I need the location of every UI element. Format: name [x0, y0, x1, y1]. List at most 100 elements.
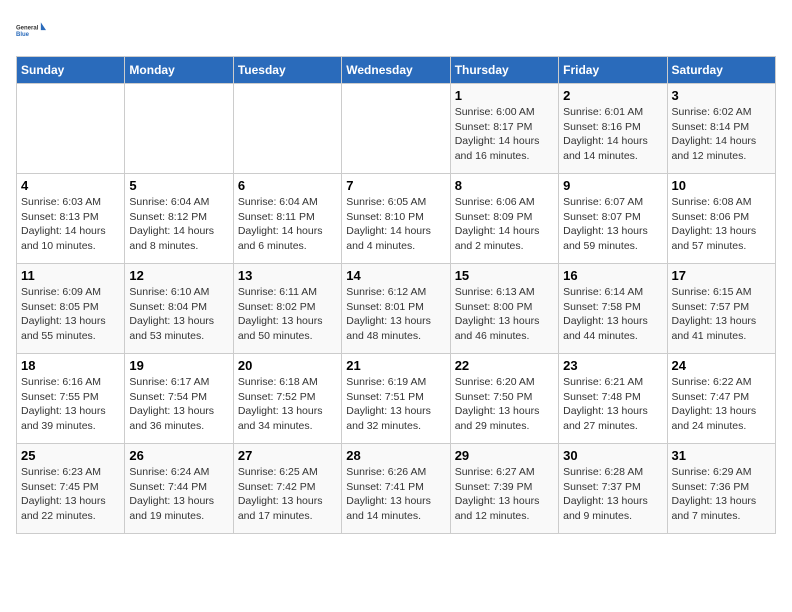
day-info: Sunrise: 6:29 AMSunset: 7:36 PMDaylight:… [672, 465, 771, 524]
logo-icon: GeneralBlue [16, 16, 46, 46]
day-number: 19 [129, 358, 228, 373]
calendar-cell: 4 Sunrise: 6:03 AMSunset: 8:13 PMDaylight… [17, 174, 125, 264]
page-header: GeneralBlue [16, 16, 776, 46]
day-info: Sunrise: 6:21 AMSunset: 7:48 PMDaylight:… [563, 375, 662, 434]
calendar-cell: 27 Sunrise: 6:25 AMSunset: 7:42 PMDayligh… [233, 444, 341, 534]
weekday-header: Friday [559, 57, 667, 84]
calendar-cell: 20Sunrise: 6:18 AMSunset: 7:52 PMDayligh… [233, 354, 341, 444]
calendar-cell: 22Sunrise: 6:20 AMSunset: 7:50 PMDayligh… [450, 354, 558, 444]
day-number: 23 [563, 358, 662, 373]
weekday-header: Monday [125, 57, 233, 84]
calendar-cell: 5Sunrise: 6:04 AMSunset: 8:12 PMDaylight… [125, 174, 233, 264]
calendar-cell: 6 Sunrise: 6:04 AMSunset: 8:11 PMDaylight… [233, 174, 341, 264]
calendar-week: 4 Sunrise: 6:03 AMSunset: 8:13 PMDaylight… [17, 174, 776, 264]
calendar-cell: 1Sunrise: 6:00 AMSunset: 8:17 PMDaylight… [450, 84, 558, 174]
day-number: 6 [238, 178, 337, 193]
day-info: Sunrise: 6:23 AMSunset: 7:45 PMDaylight:… [21, 465, 120, 524]
day-info: Sunrise: 6:08 AMSunset: 8:06 PMDaylight:… [672, 195, 771, 254]
day-number: 24 [672, 358, 771, 373]
day-number: 11 [21, 268, 120, 283]
day-number: 16 [563, 268, 662, 283]
calendar-cell: 21 Sunrise: 6:19 AMSunset: 7:51 PMDayligh… [342, 354, 450, 444]
day-info: Sunrise: 6:25 AMSunset: 7:42 PMDaylight:… [238, 465, 337, 524]
calendar-week: 1Sunrise: 6:00 AMSunset: 8:17 PMDaylight… [17, 84, 776, 174]
day-info: Sunrise: 6:04 AMSunset: 8:12 PMDaylight:… [129, 195, 228, 254]
calendar-cell: 25 Sunrise: 6:23 AMSunset: 7:45 PMDayligh… [17, 444, 125, 534]
calendar-cell: 10 Sunrise: 6:08 AMSunset: 8:06 PMDayligh… [667, 174, 775, 264]
weekday-header: Thursday [450, 57, 558, 84]
logo: GeneralBlue [16, 16, 46, 46]
calendar-cell: 7 Sunrise: 6:05 AMSunset: 8:10 PMDaylight… [342, 174, 450, 264]
svg-text:Blue: Blue [16, 32, 30, 38]
calendar-cell: 18 Sunrise: 6:16 AMSunset: 7:55 PMDayligh… [17, 354, 125, 444]
calendar-cell: 8 Sunrise: 6:06 AMSunset: 8:09 PMDaylight… [450, 174, 558, 264]
day-number: 3 [672, 88, 771, 103]
day-info: Sunrise: 6:11 AMSunset: 8:02 PMDaylight:… [238, 285, 337, 344]
calendar-cell: 23 Sunrise: 6:21 AMSunset: 7:48 PMDayligh… [559, 354, 667, 444]
day-info: Sunrise: 6:26 AMSunset: 7:41 PMDaylight:… [346, 465, 445, 524]
calendar-cell: 16 Sunrise: 6:14 AMSunset: 7:58 PMDayligh… [559, 264, 667, 354]
day-number: 9 [563, 178, 662, 193]
day-info: Sunrise: 6:13 AMSunset: 8:00 PMDaylight:… [455, 285, 554, 344]
day-number: 21 [346, 358, 445, 373]
day-info: Sunrise: 6:12 AMSunset: 8:01 PMDaylight:… [346, 285, 445, 344]
day-number: 31 [672, 448, 771, 463]
day-number: 7 [346, 178, 445, 193]
day-number: 12 [129, 268, 228, 283]
calendar-cell: 3 Sunrise: 6:02 AMSunset: 8:14 PMDaylight… [667, 84, 775, 174]
day-info: Sunrise: 6:19 AMSunset: 7:51 PMDaylight:… [346, 375, 445, 434]
day-info: Sunrise: 6:22 AMSunset: 7:47 PMDaylight:… [672, 375, 771, 434]
day-number: 28 [346, 448, 445, 463]
calendar-cell: 19 Sunrise: 6:17 AMSunset: 7:54 PMDayligh… [125, 354, 233, 444]
weekday-header: Wednesday [342, 57, 450, 84]
day-info: Sunrise: 6:03 AMSunset: 8:13 PMDaylight:… [21, 195, 120, 254]
calendar-cell: 12Sunrise: 6:10 AMSunset: 8:04 PMDayligh… [125, 264, 233, 354]
day-number: 10 [672, 178, 771, 193]
calendar-cell: 17Sunrise: 6:15 AMSunset: 7:57 PMDayligh… [667, 264, 775, 354]
calendar-week: 18 Sunrise: 6:16 AMSunset: 7:55 PMDayligh… [17, 354, 776, 444]
day-number: 30 [563, 448, 662, 463]
weekday-header: Saturday [667, 57, 775, 84]
day-number: 4 [21, 178, 120, 193]
calendar-cell: 2Sunrise: 6:01 AMSunset: 8:16 PMDaylight… [559, 84, 667, 174]
day-info: Sunrise: 6:18 AMSunset: 7:52 PMDaylight:… [238, 375, 337, 434]
day-info: Sunrise: 6:07 AMSunset: 8:07 PMDaylight:… [563, 195, 662, 254]
calendar-cell: 30 Sunrise: 6:28 AMSunset: 7:37 PMDayligh… [559, 444, 667, 534]
day-number: 14 [346, 268, 445, 283]
day-number: 27 [238, 448, 337, 463]
calendar-cell: 29 Sunrise: 6:27 AMSunset: 7:39 PMDayligh… [450, 444, 558, 534]
day-info: Sunrise: 6:05 AMSunset: 8:10 PMDaylight:… [346, 195, 445, 254]
header-row: SundayMondayTuesdayWednesdayThursdayFrid… [17, 57, 776, 84]
calendar-cell [233, 84, 341, 174]
day-info: Sunrise: 6:04 AMSunset: 8:11 PMDaylight:… [238, 195, 337, 254]
day-info: Sunrise: 6:17 AMSunset: 7:54 PMDaylight:… [129, 375, 228, 434]
day-info: Sunrise: 6:28 AMSunset: 7:37 PMDaylight:… [563, 465, 662, 524]
day-number: 29 [455, 448, 554, 463]
weekday-header: Sunday [17, 57, 125, 84]
day-info: Sunrise: 6:27 AMSunset: 7:39 PMDaylight:… [455, 465, 554, 524]
calendar-week: 25 Sunrise: 6:23 AMSunset: 7:45 PMDayligh… [17, 444, 776, 534]
calendar-cell: 28 Sunrise: 6:26 AMSunset: 7:41 PMDayligh… [342, 444, 450, 534]
calendar-cell [17, 84, 125, 174]
day-info: Sunrise: 6:14 AMSunset: 7:58 PMDaylight:… [563, 285, 662, 344]
day-info: Sunrise: 6:16 AMSunset: 7:55 PMDaylight:… [21, 375, 120, 434]
day-number: 13 [238, 268, 337, 283]
day-number: 22 [455, 358, 554, 373]
day-info: Sunrise: 6:02 AMSunset: 8:14 PMDaylight:… [672, 105, 771, 164]
day-number: 2 [563, 88, 662, 103]
calendar-table: SundayMondayTuesdayWednesdayThursdayFrid… [16, 56, 776, 534]
day-number: 8 [455, 178, 554, 193]
day-number: 25 [21, 448, 120, 463]
calendar-week: 11 Sunrise: 6:09 AMSunset: 8:05 PMDayligh… [17, 264, 776, 354]
day-info: Sunrise: 6:09 AMSunset: 8:05 PMDaylight:… [21, 285, 120, 344]
calendar-cell [342, 84, 450, 174]
calendar-cell: 9 Sunrise: 6:07 AMSunset: 8:07 PMDaylight… [559, 174, 667, 264]
weekday-header: Tuesday [233, 57, 341, 84]
day-info: Sunrise: 6:00 AMSunset: 8:17 PMDaylight:… [455, 105, 554, 164]
calendar-cell: 15Sunrise: 6:13 AMSunset: 8:00 PMDayligh… [450, 264, 558, 354]
day-number: 18 [21, 358, 120, 373]
day-info: Sunrise: 6:24 AMSunset: 7:44 PMDaylight:… [129, 465, 228, 524]
day-number: 17 [672, 268, 771, 283]
day-number: 26 [129, 448, 228, 463]
day-info: Sunrise: 6:06 AMSunset: 8:09 PMDaylight:… [455, 195, 554, 254]
